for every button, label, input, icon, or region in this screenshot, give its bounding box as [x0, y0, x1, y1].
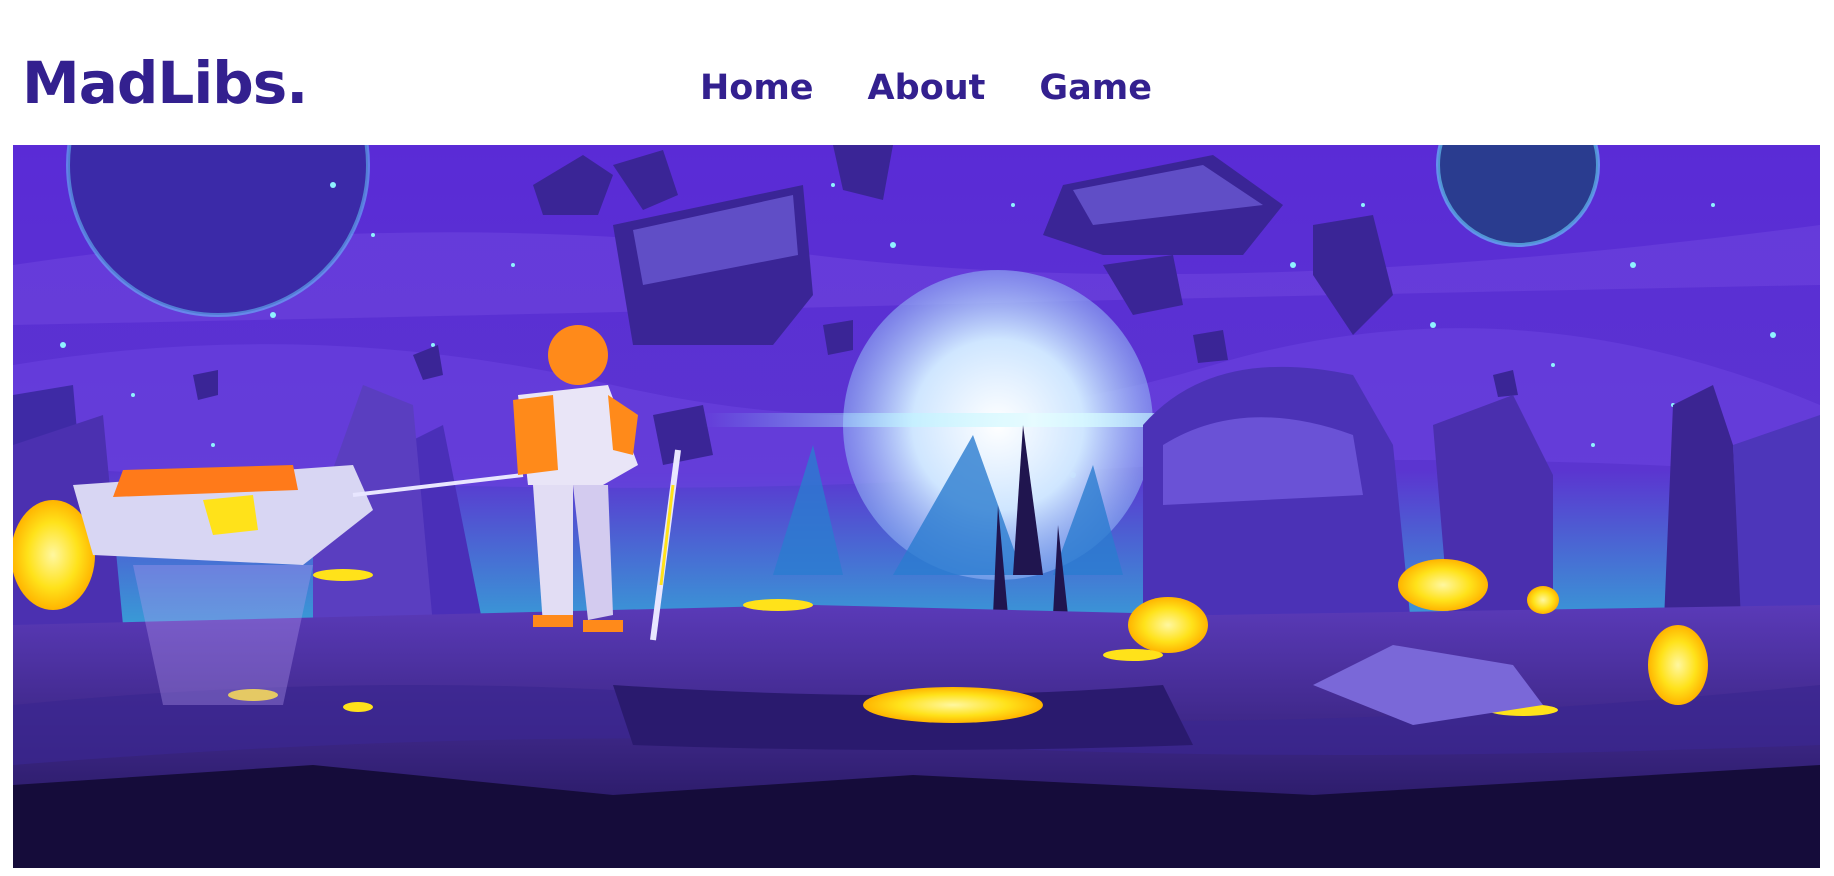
hero-banner	[13, 145, 1820, 868]
alien-landscape-illustration	[13, 145, 1820, 868]
main-nav: Home About Game	[700, 64, 1206, 112]
site-logo[interactable]: MadLibs.	[22, 48, 308, 118]
nav-link-home[interactable]: Home	[700, 64, 814, 112]
nav-link-about[interactable]: About	[868, 64, 986, 112]
nav-link-game[interactable]: Game	[1039, 64, 1152, 112]
